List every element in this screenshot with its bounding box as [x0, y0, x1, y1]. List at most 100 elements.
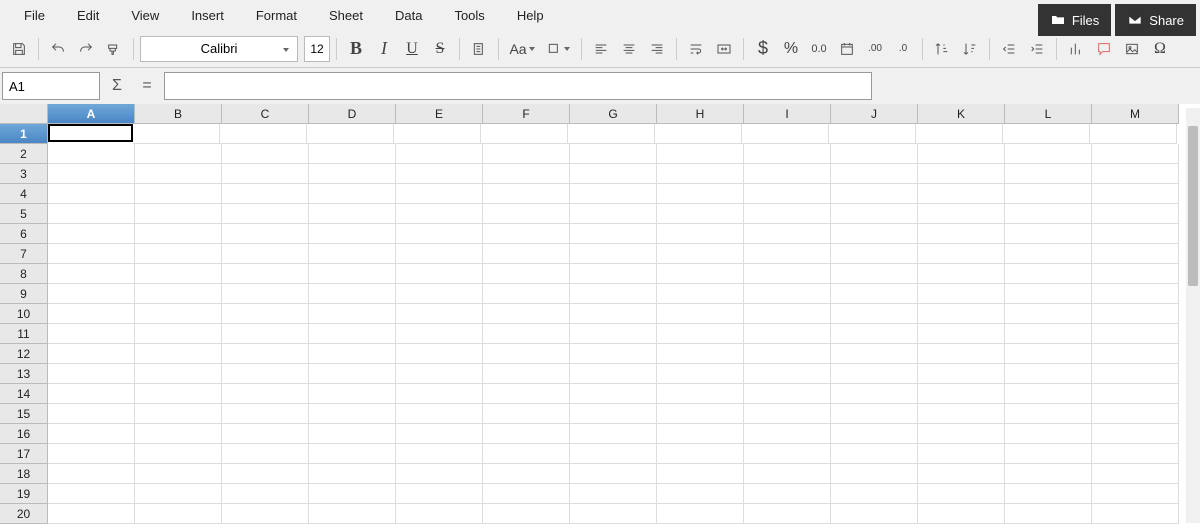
cell-F12[interactable]: [483, 344, 570, 364]
number-format-button[interactable]: 0.0: [806, 36, 832, 62]
cell-H18[interactable]: [657, 464, 744, 484]
cell-D18[interactable]: [309, 464, 396, 484]
cell-E14[interactable]: [396, 384, 483, 404]
cell-H14[interactable]: [657, 384, 744, 404]
menu-insert[interactable]: Insert: [175, 2, 240, 29]
cell-M5[interactable]: [1092, 204, 1179, 224]
menu-edit[interactable]: Edit: [61, 2, 115, 29]
cell-B14[interactable]: [135, 384, 222, 404]
cell-I10[interactable]: [744, 304, 831, 324]
row-header-7[interactable]: 7: [0, 244, 48, 264]
cell-G14[interactable]: [570, 384, 657, 404]
insert-symbol-button[interactable]: Ω: [1147, 36, 1173, 62]
row-header-3[interactable]: 3: [0, 164, 48, 184]
cell-I15[interactable]: [744, 404, 831, 424]
font-name-select[interactable]: Calibri: [140, 36, 298, 62]
cell-I6[interactable]: [744, 224, 831, 244]
insert-image-button[interactable]: [1119, 36, 1145, 62]
cell-F10[interactable]: [483, 304, 570, 324]
cell-G18[interactable]: [570, 464, 657, 484]
cell-F20[interactable]: [483, 504, 570, 524]
cell-E1[interactable]: [394, 124, 481, 144]
row-header-8[interactable]: 8: [0, 264, 48, 284]
cell-E18[interactable]: [396, 464, 483, 484]
cell-D19[interactable]: [309, 484, 396, 504]
column-header-E[interactable]: E: [396, 104, 483, 124]
column-header-F[interactable]: F: [483, 104, 570, 124]
cell-L9[interactable]: [1005, 284, 1092, 304]
sort-asc-button[interactable]: [929, 36, 955, 62]
cell-H17[interactable]: [657, 444, 744, 464]
cell-M20[interactable]: [1092, 504, 1179, 524]
cell-L8[interactable]: [1005, 264, 1092, 284]
cell-F15[interactable]: [483, 404, 570, 424]
cell-A15[interactable]: [48, 404, 135, 424]
date-format-button[interactable]: [834, 36, 860, 62]
menu-file[interactable]: File: [8, 2, 61, 29]
italic-button[interactable]: I: [371, 36, 397, 62]
cell-L18[interactable]: [1005, 464, 1092, 484]
cell-L2[interactable]: [1005, 144, 1092, 164]
cell-M8[interactable]: [1092, 264, 1179, 284]
cell-H20[interactable]: [657, 504, 744, 524]
clear-formatting-button[interactable]: [466, 36, 492, 62]
cell-H12[interactable]: [657, 344, 744, 364]
cell-L1[interactable]: [1003, 124, 1090, 144]
cell-L16[interactable]: [1005, 424, 1092, 444]
cell-A8[interactable]: [48, 264, 135, 284]
cell-L19[interactable]: [1005, 484, 1092, 504]
decrease-indent-button[interactable]: [996, 36, 1022, 62]
align-left-button[interactable]: [588, 36, 614, 62]
cell-E5[interactable]: [396, 204, 483, 224]
cell-M15[interactable]: [1092, 404, 1179, 424]
cell-I18[interactable]: [744, 464, 831, 484]
cell-L12[interactable]: [1005, 344, 1092, 364]
cell-H4[interactable]: [657, 184, 744, 204]
cell-J16[interactable]: [831, 424, 918, 444]
cell-L10[interactable]: [1005, 304, 1092, 324]
cell-C5[interactable]: [222, 204, 309, 224]
scrollbar-thumb[interactable]: [1188, 126, 1198, 286]
cell-D17[interactable]: [309, 444, 396, 464]
cell-H6[interactable]: [657, 224, 744, 244]
cell-D13[interactable]: [309, 364, 396, 384]
column-header-M[interactable]: M: [1092, 104, 1179, 124]
cell-H1[interactable]: [655, 124, 742, 144]
cell-I19[interactable]: [744, 484, 831, 504]
cell-C10[interactable]: [222, 304, 309, 324]
cell-A18[interactable]: [48, 464, 135, 484]
row-header-2[interactable]: 2: [0, 144, 48, 164]
row-header-15[interactable]: 15: [0, 404, 48, 424]
cell-F11[interactable]: [483, 324, 570, 344]
cell-D6[interactable]: [309, 224, 396, 244]
cell-K11[interactable]: [918, 324, 1005, 344]
cell-C12[interactable]: [222, 344, 309, 364]
cell-D8[interactable]: [309, 264, 396, 284]
cell-K20[interactable]: [918, 504, 1005, 524]
cell-D4[interactable]: [309, 184, 396, 204]
menu-tools[interactable]: Tools: [438, 2, 500, 29]
cell-F2[interactable]: [483, 144, 570, 164]
cell-F4[interactable]: [483, 184, 570, 204]
cell-G4[interactable]: [570, 184, 657, 204]
currency-button[interactable]: $: [750, 36, 776, 62]
cell-A4[interactable]: [48, 184, 135, 204]
cell-D15[interactable]: [309, 404, 396, 424]
row-header-13[interactable]: 13: [0, 364, 48, 384]
cell-F6[interactable]: [483, 224, 570, 244]
cell-D7[interactable]: [309, 244, 396, 264]
cell-G7[interactable]: [570, 244, 657, 264]
insert-chart-button[interactable]: [1063, 36, 1089, 62]
cell-M1[interactable]: [1090, 124, 1177, 144]
cell-M7[interactable]: [1092, 244, 1179, 264]
cell-A6[interactable]: [48, 224, 135, 244]
cell-B4[interactable]: [135, 184, 222, 204]
row-header-6[interactable]: 6: [0, 224, 48, 244]
bold-button[interactable]: B: [343, 36, 369, 62]
cell-J6[interactable]: [831, 224, 918, 244]
cell-I7[interactable]: [744, 244, 831, 264]
cell-D14[interactable]: [309, 384, 396, 404]
cell-E7[interactable]: [396, 244, 483, 264]
menu-format[interactable]: Format: [240, 2, 313, 29]
cell-I2[interactable]: [744, 144, 831, 164]
